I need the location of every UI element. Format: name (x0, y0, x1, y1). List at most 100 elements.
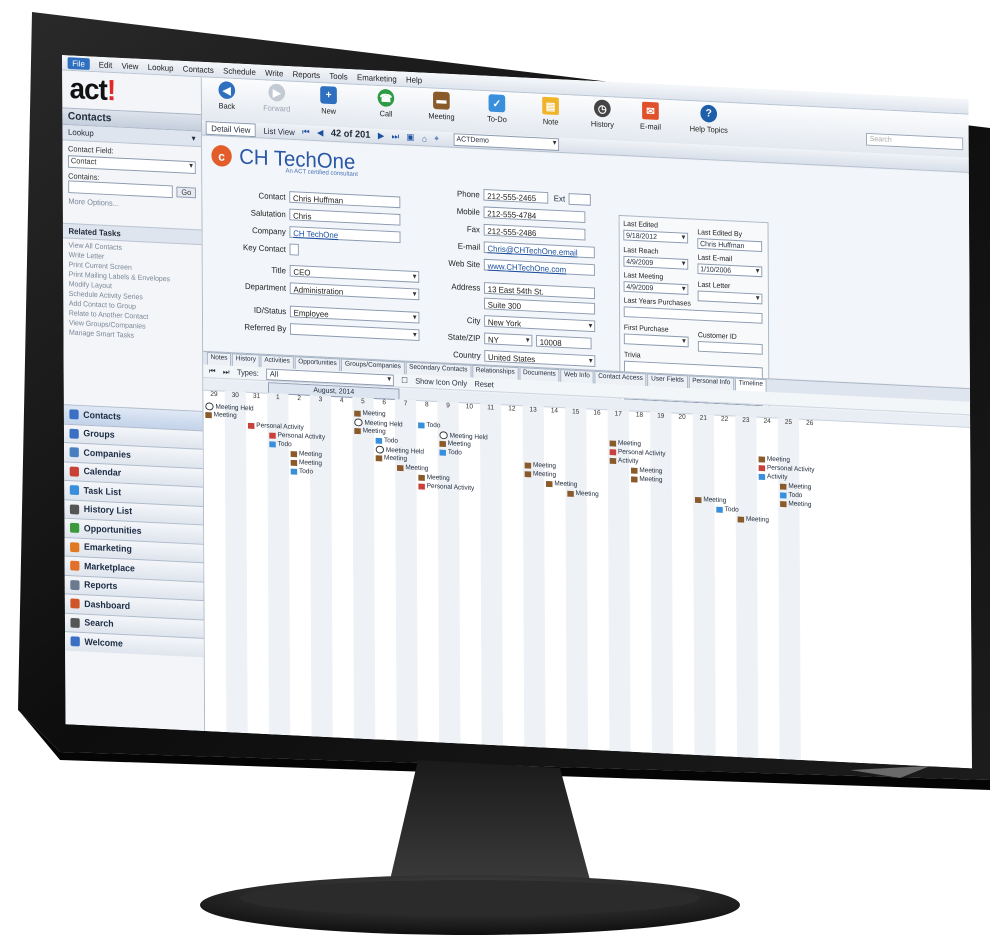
save-icon[interactable]: ▣ (407, 132, 415, 143)
first-purchase-field[interactable] (623, 333, 689, 348)
salutation-label: Salutation (250, 207, 286, 220)
email-button[interactable]: ✉ E-mail (629, 101, 672, 132)
menu-file[interactable]: File (67, 56, 90, 70)
timeline-event[interactable]: Meeting (397, 464, 428, 472)
todo-button[interactable]: ✓ To-Do (476, 94, 519, 125)
city-label: City (466, 315, 481, 326)
timeline-event[interactable]: Todo (375, 437, 398, 445)
zip-field[interactable]: 10008 (536, 335, 592, 350)
timeline-event[interactable]: Meeting (524, 462, 556, 470)
go-button[interactable]: Go (176, 186, 196, 199)
previous-record-icon[interactable]: ◀ (317, 128, 323, 139)
last-email-field[interactable]: 1/10/2006 (697, 263, 763, 278)
key-contact-checkbox[interactable] (289, 243, 299, 256)
menu-write[interactable]: Write (265, 67, 283, 78)
timeline-event[interactable]: Meeting (290, 459, 322, 467)
timeline-event[interactable]: Meeting (418, 474, 450, 482)
timeline-event[interactable]: Meeting (439, 440, 471, 448)
collapse-icon[interactable]: ▾ (192, 133, 196, 144)
menu-contacts[interactable]: Contacts (183, 63, 214, 74)
last-record-icon[interactable]: ⏭ (392, 131, 400, 142)
last-years-purchases-field[interactable] (623, 306, 763, 324)
timeline-event[interactable]: Meeting (737, 516, 769, 524)
state-field[interactable]: NY (484, 332, 533, 347)
forward-button[interactable]: ▶ Forward (255, 83, 298, 114)
database-select[interactable]: ACTDemo (453, 133, 560, 151)
phone-field[interactable]: 212-555-2465 (483, 188, 549, 204)
reset-button[interactable]: Reset (474, 380, 493, 390)
ext-field[interactable] (568, 193, 592, 206)
meeting-button[interactable]: ▬ Meeting (420, 91, 463, 122)
timeline-event[interactable]: Activity (758, 473, 788, 481)
timeline-event[interactable]: Todo (716, 506, 739, 514)
title-field[interactable]: CEO (289, 264, 420, 283)
menu-tools[interactable]: Tools (329, 70, 347, 81)
timeline-event[interactable]: Meeting (694, 496, 726, 504)
timeline-event[interactable]: Meeting (780, 500, 811, 508)
history-button[interactable]: ◷ History (581, 99, 624, 130)
menu-help[interactable]: Help (406, 74, 422, 84)
first-page-icon[interactable]: ⏮ (209, 366, 216, 376)
next-record-icon[interactable]: ▶ (378, 130, 384, 141)
city-field[interactable]: New York (484, 315, 596, 333)
menu-schedule[interactable]: Schedule (223, 65, 256, 76)
address-line2-field[interactable]: Suite 300 (484, 297, 596, 315)
last-edited-field[interactable]: 9/18/2012 (623, 229, 689, 244)
timeline-event[interactable]: Meeting (631, 467, 662, 475)
note-button[interactable]: ▤ Note (529, 96, 572, 127)
menu-lookup[interactable]: Lookup (148, 62, 174, 73)
help-topics-button[interactable]: ? Help Topics (681, 104, 737, 136)
timeline-event[interactable]: Todo (439, 449, 462, 457)
nav-item-label: Task List (83, 485, 122, 498)
last-reach-field[interactable]: 4/9/2009 (623, 255, 689, 270)
timeline-event[interactable]: Meeting (354, 410, 386, 418)
detail-view-tab[interactable]: Detail View (205, 120, 257, 137)
timeline-event[interactable]: Todo (418, 421, 440, 429)
last-edited-by-field[interactable]: Chris Huffman (697, 238, 763, 252)
address-line1-field[interactable]: 13 East 54th St. (483, 282, 595, 300)
day-column (352, 396, 376, 740)
mobile-field[interactable]: 212-555-4784 (483, 206, 586, 224)
timeline-event[interactable]: Meeting (545, 480, 577, 488)
timeline-event[interactable]: Meeting (567, 490, 599, 498)
referred-by-field[interactable] (289, 323, 420, 342)
last-meeting-field[interactable]: 4/9/2009 (623, 281, 689, 295)
timeline-event[interactable]: Todo (780, 491, 802, 499)
last-letter-field[interactable] (697, 290, 763, 305)
more-options-link[interactable]: More Options... (68, 197, 196, 212)
show-icon-only-checkbox[interactable]: ☐ (401, 376, 408, 385)
contact-field[interactable]: Chris Huffman (289, 191, 401, 209)
first-record-icon[interactable]: ⏮ (302, 127, 310, 138)
timeline-event[interactable]: Meeting (758, 455, 790, 464)
menu-reports[interactable]: Reports (293, 69, 321, 80)
email-field[interactable]: Chris@CHTechOne.email (483, 241, 595, 259)
timeline-event[interactable]: Meeting (375, 454, 407, 463)
fax-field[interactable]: 212-555-2486 (483, 223, 586, 241)
timeline-event[interactable]: Meeting (354, 427, 386, 435)
menu-edit[interactable]: Edit (99, 59, 113, 69)
menu-view[interactable]: View (122, 60, 139, 71)
list-view-tab[interactable]: List View (263, 125, 294, 136)
call-button[interactable]: ☎ Call (365, 88, 408, 119)
last-page-icon[interactable]: ⏭ (223, 367, 230, 377)
menu-emarketing[interactable]: Emarketing (357, 72, 397, 84)
timeline-event[interactable]: Meeting (290, 450, 322, 458)
todo-icon (375, 437, 383, 444)
company-field[interactable]: CH TechOne (289, 226, 401, 244)
timeline-event[interactable]: Todo (269, 440, 292, 448)
department-field[interactable]: Administration (289, 282, 420, 301)
customer-id-field[interactable] (697, 340, 763, 355)
timeline-event[interactable]: Meeting (779, 483, 811, 491)
website-field[interactable]: www.CHTechOne.com (483, 258, 595, 276)
timeline-event[interactable]: Todo (290, 468, 313, 475)
map-pin-icon[interactable]: ⌖ (434, 133, 439, 144)
new-button[interactable]: + New (307, 85, 350, 116)
timeline-event[interactable]: Meeting (205, 411, 237, 419)
search-input[interactable]: Search (866, 132, 964, 151)
timeline-event[interactable]: Activity (609, 457, 639, 465)
back-button[interactable]: ◀ Back (205, 80, 248, 111)
id-status-field[interactable]: Employee (289, 305, 420, 324)
timeline-event[interactable]: Meeting (631, 475, 662, 484)
salutation-field[interactable]: Chris (289, 208, 401, 226)
attach-icon[interactable]: ⌂ (422, 133, 427, 143)
